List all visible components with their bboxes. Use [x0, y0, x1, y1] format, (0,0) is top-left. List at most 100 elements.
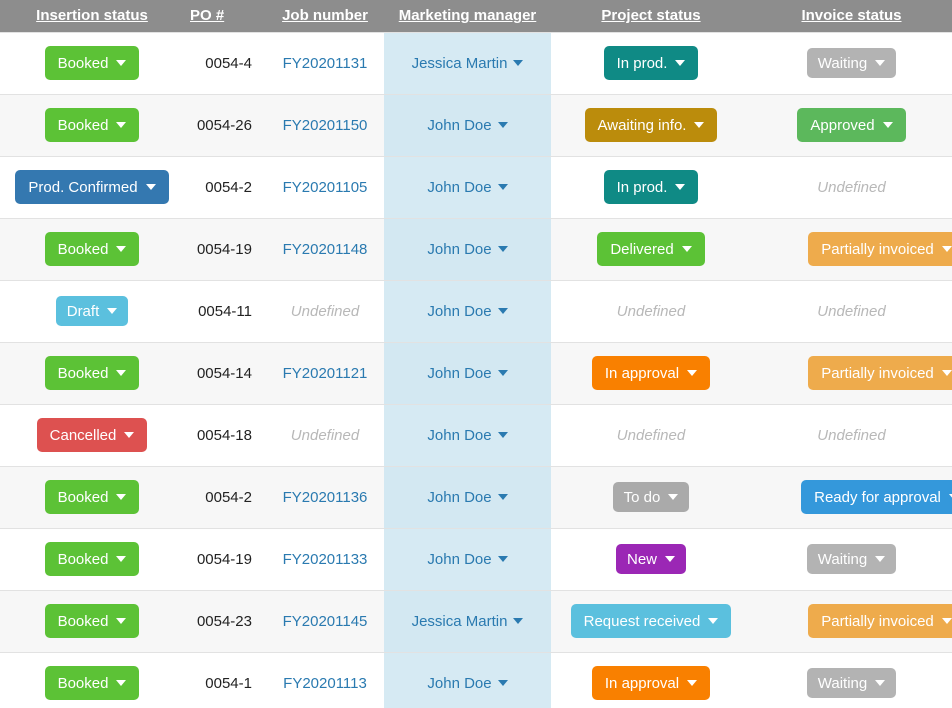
insertion-status-badge-label: Booked — [58, 56, 109, 71]
cell-job-number: FY20201133 — [266, 528, 384, 590]
insertion-status-badge[interactable]: Booked — [45, 356, 140, 390]
table-row[interactable]: Booked0054-1FY20201113John DoeIn approva… — [0, 652, 952, 708]
insertion-status-badge[interactable]: Booked — [45, 480, 140, 514]
table-row[interactable]: Booked0054-19FY20201148John DoeDelivered… — [0, 218, 952, 280]
marketing-manager-label: John Doe — [427, 427, 491, 444]
chevron-down-icon — [116, 122, 126, 128]
table-row[interactable]: Booked 0054-26 FY20201150 John Doe Awaiting … — [0, 94, 952, 156]
invoice-status-badge-label: Approved — [810, 118, 874, 133]
marketing-manager-dropdown[interactable]: John Doe — [427, 551, 507, 568]
cell-insertion-status: Booked — [0, 32, 184, 94]
insertion-status-badge[interactable]: Booked — [45, 666, 140, 700]
project-status-badge-label: To do — [624, 490, 661, 505]
insertion-status-badge-label: Booked — [58, 366, 109, 381]
job-number-link[interactable]: FY20201150 — [283, 117, 368, 134]
project-status-badge[interactable]: Request received — [571, 604, 732, 638]
project-status-badge[interactable]: Delivered — [597, 232, 704, 266]
marketing-manager-dropdown[interactable]: Jessica Martin — [412, 613, 524, 630]
marketing-manager-dropdown[interactable]: John Doe — [427, 365, 507, 382]
insertion-status-badge[interactable]: Booked — [45, 232, 140, 266]
job-number-link[interactable]: FY20201121 — [283, 365, 368, 382]
job-number-undefined: Undefined — [291, 427, 359, 444]
marketing-manager-dropdown[interactable]: John Doe — [427, 427, 507, 444]
chevron-down-icon — [513, 618, 523, 624]
chevron-down-icon — [883, 122, 893, 128]
cell-po-number: 0054-26 — [184, 94, 266, 156]
column-header-marketing-manager[interactable]: Marketing manager — [384, 0, 551, 32]
invoice-status-badge[interactable]: Waiting — [807, 48, 896, 78]
marketing-manager-label: John Doe — [427, 365, 491, 382]
project-status-badge[interactable]: In prod. — [604, 46, 699, 80]
column-header-job-number[interactable]: Job number — [266, 0, 384, 32]
project-status-badge-label: In approval — [605, 676, 679, 691]
column-header-po[interactable]: PO # — [184, 0, 266, 32]
table-row[interactable]: Booked0054-4FY20201131Jessica MartinIn p… — [0, 32, 952, 94]
column-header-invoice-status-label[interactable]: Invoice status — [801, 7, 901, 24]
project-status-badge[interactable]: New — [616, 544, 686, 574]
chevron-down-icon — [116, 370, 126, 376]
invoice-status-badge[interactable]: Waiting — [807, 668, 896, 698]
invoice-status-badge[interactable]: Approved — [797, 108, 905, 142]
project-status-badge[interactable]: To do — [613, 482, 690, 512]
marketing-manager-dropdown[interactable]: John Doe — [427, 117, 507, 134]
job-number-link[interactable]: FY20201105 — [283, 179, 368, 196]
invoice-status-badge[interactable]: Partially invoiced — [808, 604, 952, 638]
marketing-manager-dropdown[interactable]: John Doe — [427, 179, 507, 196]
chevron-down-icon — [687, 680, 697, 686]
insertion-status-badge[interactable]: Booked — [45, 108, 140, 142]
insertion-status-badge[interactable]: Prod. Confirmed — [15, 170, 168, 204]
job-number-link[interactable]: FY20201131 — [283, 55, 368, 72]
invoice-status-undefined: Undefined — [817, 427, 885, 444]
insertion-status-badge[interactable]: Booked — [45, 46, 140, 80]
cell-invoice-status: Undefined — [751, 156, 952, 218]
job-number-link[interactable]: FY20201148 — [283, 241, 368, 258]
table-row[interactable]: Booked 0054-23 FY20201145 Jessica Martin Req… — [0, 590, 952, 652]
table-row[interactable]: Cancelled 0054-18 Undefined John Doe Undefin… — [0, 404, 952, 466]
job-number-link[interactable]: FY20201136 — [283, 489, 368, 506]
insertion-status-badge[interactable]: Draft — [56, 296, 129, 326]
marketing-manager-dropdown[interactable]: John Doe — [427, 241, 507, 258]
insertion-status-badge[interactable]: Booked — [45, 542, 140, 576]
invoice-status-badge[interactable]: Ready for approval — [801, 480, 952, 514]
chevron-down-icon — [498, 308, 508, 314]
marketing-manager-dropdown[interactable]: John Doe — [427, 675, 507, 692]
cell-job-number: FY20201145 — [266, 590, 384, 652]
cell-po-number: 0054-18 — [184, 404, 266, 466]
marketing-manager-dropdown[interactable]: John Doe — [427, 489, 507, 506]
project-status-badge[interactable]: In prod. — [604, 170, 699, 204]
job-number-link[interactable]: FY20201145 — [283, 613, 368, 630]
marketing-manager-label: John Doe — [427, 489, 491, 506]
job-number-link[interactable]: FY20201113 — [283, 675, 367, 692]
insertion-status-badge-label: Draft — [67, 304, 100, 319]
invoice-status-badge[interactable]: Waiting — [807, 544, 896, 574]
project-status-badge[interactable]: In approval — [592, 356, 710, 390]
column-header-invoice-status[interactable]: Invoice status — [751, 0, 952, 32]
insertion-status-badge[interactable]: Booked — [45, 604, 140, 638]
insertion-status-badge[interactable]: Cancelled — [37, 418, 148, 452]
table-row[interactable]: Draft0054-11UndefinedJohn DoeUndefinedUn… — [0, 280, 952, 342]
table-row[interactable]: Booked0054-2FY20201136John DoeTo doReady… — [0, 466, 952, 528]
invoice-status-badge[interactable]: Partially invoiced — [808, 232, 952, 266]
marketing-manager-label: John Doe — [427, 179, 491, 196]
marketing-manager-dropdown[interactable]: John Doe — [427, 303, 507, 320]
cell-insertion-status: Booked — [0, 528, 184, 590]
project-status-badge[interactable]: Awaiting info. — [585, 108, 718, 142]
cell-invoice-status: Partially invoiced — [751, 218, 952, 280]
column-header-project-status-label[interactable]: Project status — [601, 7, 700, 24]
project-status-badge[interactable]: In approval — [592, 666, 710, 700]
cell-insertion-status: Booked — [0, 652, 184, 708]
column-header-job-number-label[interactable]: Job number — [282, 7, 368, 24]
column-header-insertion-status[interactable]: Insertion status — [0, 0, 184, 32]
column-header-project-status[interactable]: Project status — [551, 0, 751, 32]
table-row[interactable]: Prod. Confirmed0054-2FY20201105John DoeI… — [0, 156, 952, 218]
invoice-status-badge[interactable]: Partially invoiced — [808, 356, 952, 390]
column-header-insertion-status-label[interactable]: Insertion status — [36, 7, 148, 24]
column-header-marketing-manager-label[interactable]: Marketing manager — [399, 7, 537, 24]
table-row[interactable]: Booked0054-19FY20201133John DoeNewWaitin… — [0, 528, 952, 590]
column-header-po-label[interactable]: PO # — [190, 7, 224, 24]
project-status-undefined: Undefined — [617, 427, 685, 444]
marketing-manager-dropdown[interactable]: Jessica Martin — [412, 55, 524, 72]
table-row[interactable]: Booked0054-14FY20201121John DoeIn approv… — [0, 342, 952, 404]
cell-po-number: 0054-23 — [184, 590, 266, 652]
job-number-link[interactable]: FY20201133 — [283, 551, 368, 568]
